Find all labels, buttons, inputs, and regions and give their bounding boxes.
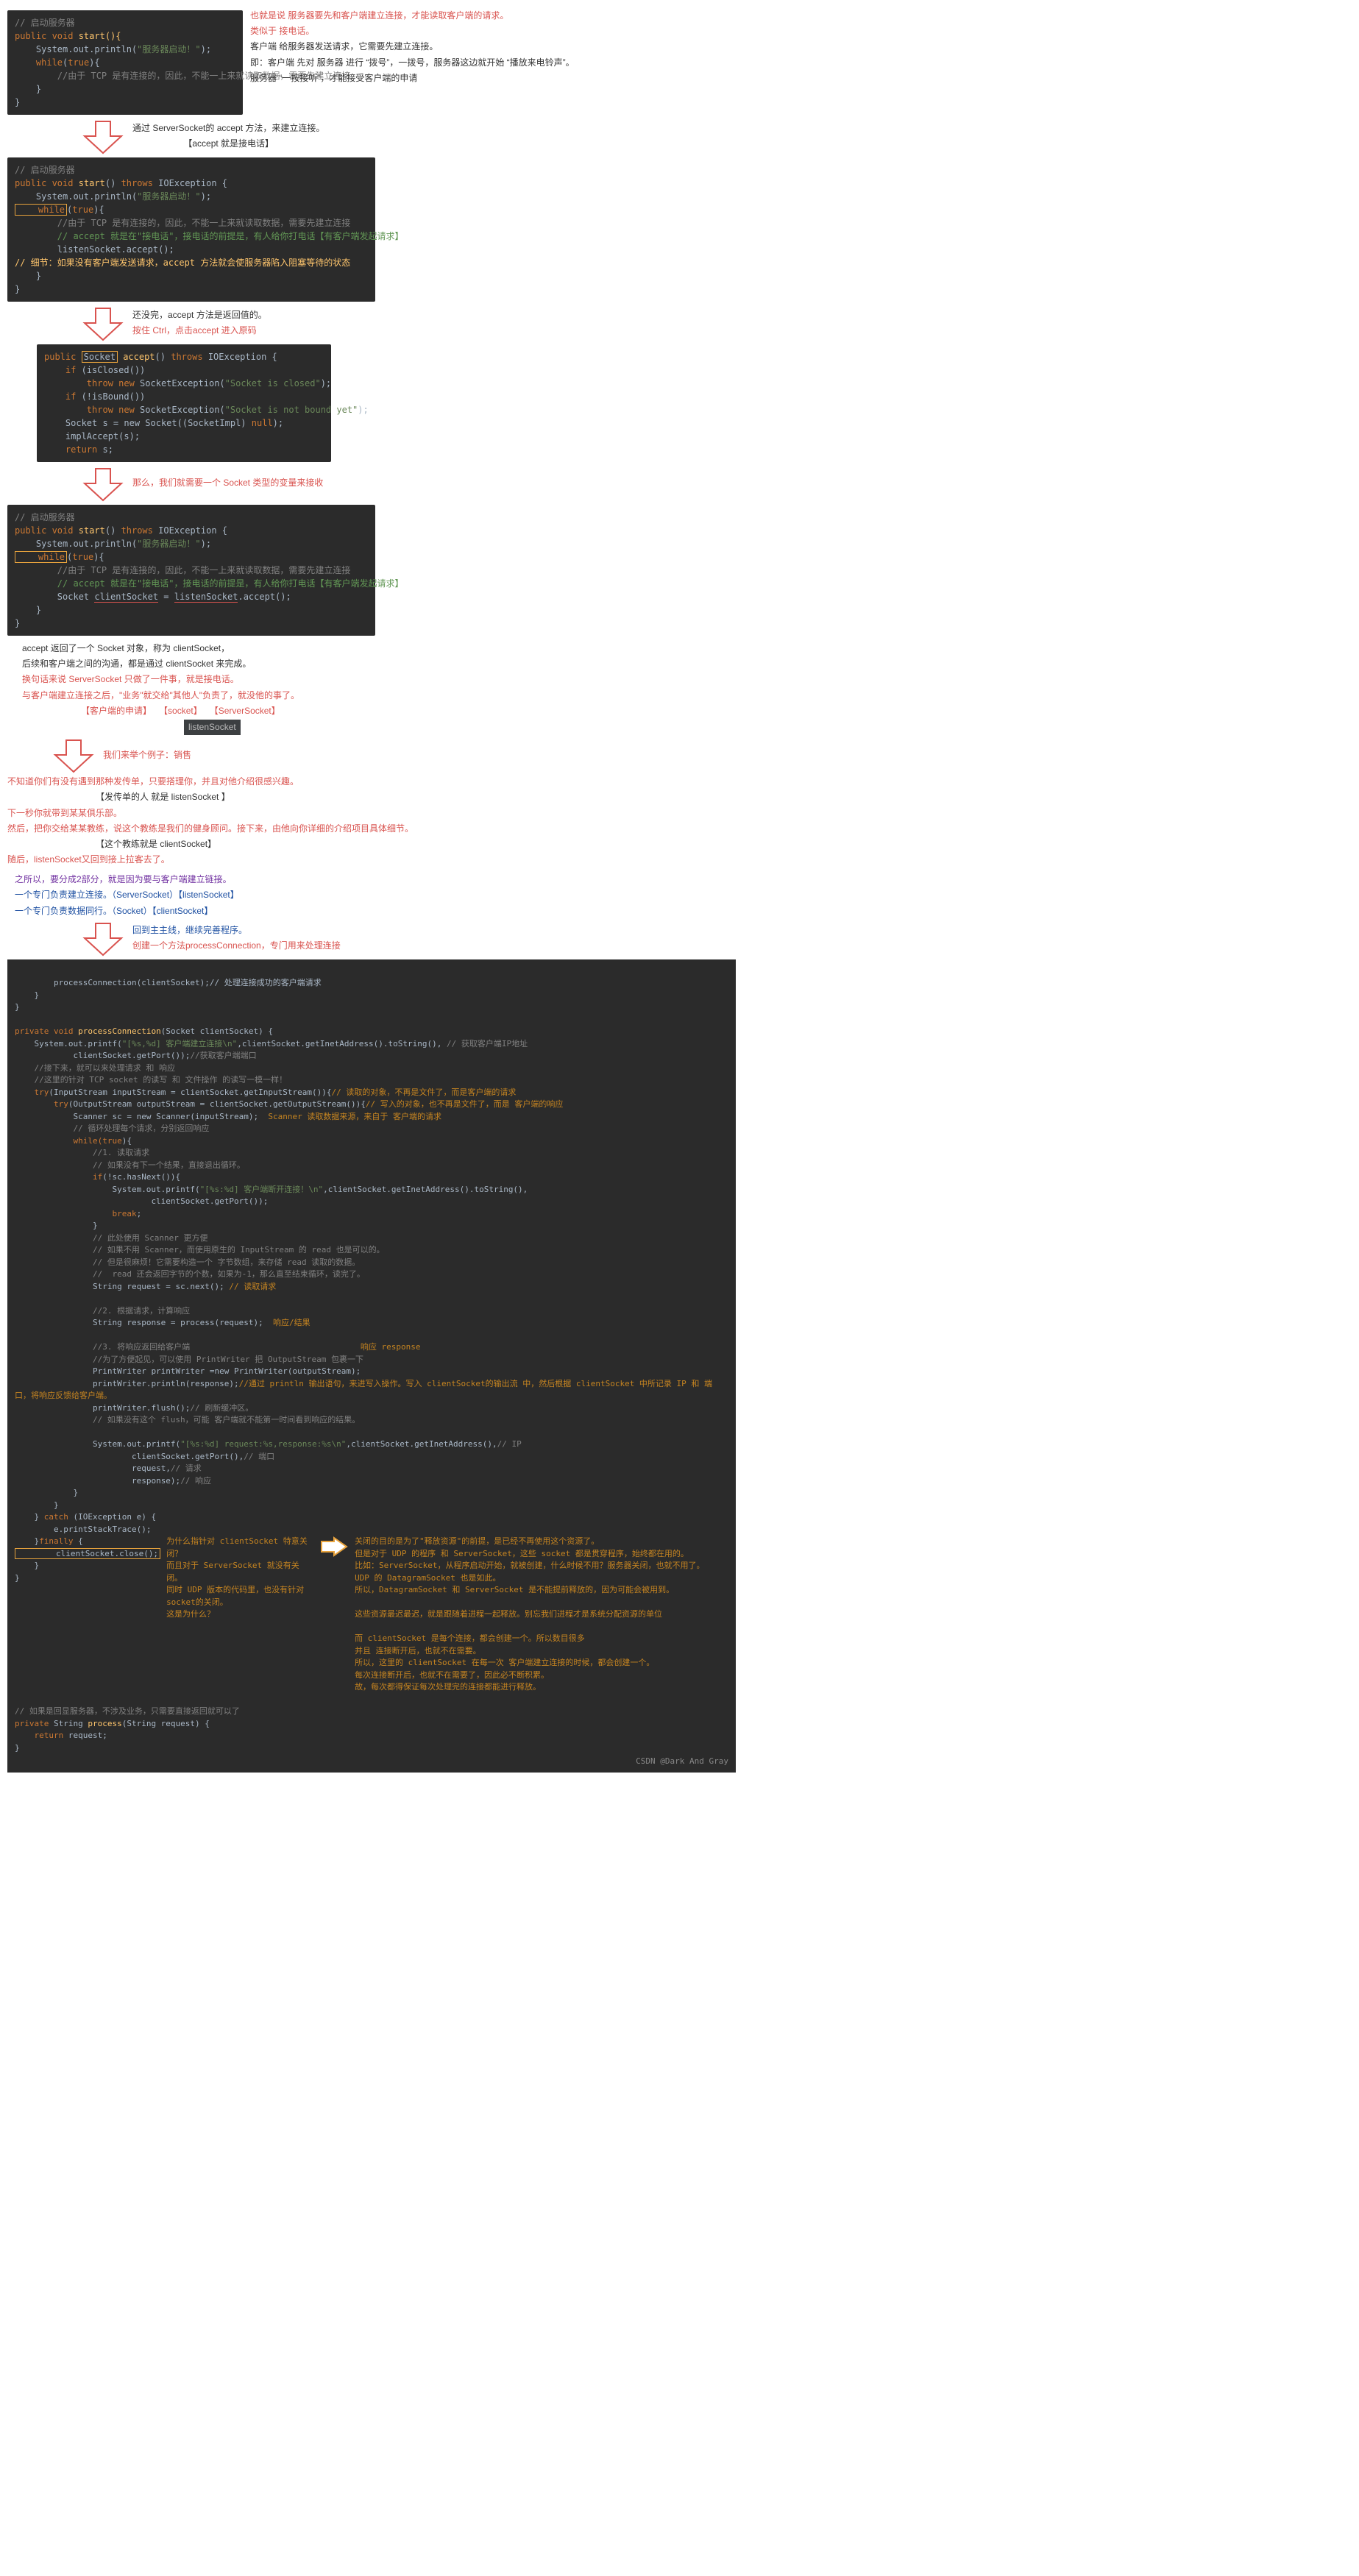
text-line: 随后，listenSocket又回到接上拉客去了。 (7, 853, 736, 867)
anno-left: 而且对于 ServerSocket 就没有关闭。 (166, 1560, 313, 1584)
arrow-label: 回到主主线，继续完善程序。 (132, 923, 341, 937)
tags-line: 【客户端的申请】 【socket】 【ServerSocket】 (22, 704, 736, 718)
arrow-down-icon (81, 305, 125, 341)
code-block-1: // 启动服务器 public void start(){ System.out… (7, 10, 243, 115)
section-6: 不知道你们有没有遇到那种发传单，只要搭理你，并且对他介绍很感兴趣。 【发传单的人… (7, 775, 736, 867)
text-line: 然后，把你交给某某教练，说这个教练是我们的健身顾问。接下来，由他向你详细的介绍项… (7, 822, 736, 836)
code-block-4: // 启动服务器 public void start() throws IOEx… (7, 505, 375, 636)
text-line: 后续和客户端之间的沟通，都是通过 clientSocket 来完成。 (22, 657, 736, 671)
arrow-label: 那么，我们就需要一个 Socket 类型的变量来接收 (132, 476, 323, 490)
note: 客户端 给服务器发送请求，它需要先建立连接。 (250, 40, 736, 54)
arrow-label: 创建一个方法processConnection，专门用来处理连接 (132, 939, 341, 953)
text-line: 【这个教练就是 clientSocket】 (96, 837, 736, 851)
arrow-section-4: 我们来举个例子：销售 (52, 737, 736, 773)
note: 类似于 接电话。 (250, 24, 736, 38)
anno-right: 故，每次都得保证每次处理完的连接都能进行释放。 (355, 1681, 728, 1694)
anno-right: 但是对于 UDP 的程序 和 ServerSocket，这些 socket 都是… (355, 1548, 728, 1561)
text-line: 【发传单的人 就是 listenSocket 】 (96, 790, 736, 804)
arrow-label: 通过 ServerSocket的 accept 方法，来建立连接。 (132, 121, 324, 135)
text-line: accept 返回了一个 Socket 对象，称为 clientSocket， (22, 642, 736, 656)
arrow-section-2: 还没完，accept 方法是返回值的。 按住 Ctrl，点击accept 进入原… (81, 305, 736, 341)
arrow-down-icon (81, 118, 125, 155)
note: 也就是说 服务器要先和客户端建立连接，才能读取客户端的请求。 (250, 9, 736, 23)
arrow-label: 【accept 就是接电话】 (132, 137, 324, 151)
arrow-down-icon (81, 920, 125, 957)
section-7: 之所以，要分成2部分，就是因为要与客户端建立链接。 一个专门负责建立连接。（Se… (15, 873, 736, 918)
arrow-label: 我们来举个例子：销售 (103, 748, 191, 762)
anno-right: 比如：ServerSocket，从程序启动开始，就被创建，什么时候不用？服务器关… (355, 1560, 728, 1572)
watermark: CSDN @Dark And Gray (636, 1756, 728, 1768)
code-block-big: processConnection(clientSocket);// 处理连接成… (7, 959, 736, 1773)
arrow-label: 还没完，accept 方法是返回值的。 (132, 308, 267, 322)
arrow-section-3: 那么，我们就需要一个 Socket 类型的变量来接收 (81, 465, 736, 502)
anno-right: UDP 的 DatagramSocket 也是如此。 (355, 1572, 728, 1585)
arrow-section-5: 回到主主线，继续完善程序。 创建一个方法processConnection，专门… (81, 920, 736, 957)
anno-left: 同时 UDP 版本的代码里，也没有针对 socket的关闭。 (166, 1584, 313, 1608)
text-line: 下一秒你就带到某某俱乐部。 (7, 806, 736, 820)
anno-right: 而 clientSocket 是每个连接，都会创建一个。所以数目很多 (355, 1633, 728, 1645)
arrow-label: 按住 Ctrl，点击accept 进入原码 (132, 324, 267, 338)
text-line: 不知道你们有没有遇到那种发传单，只要搭理你，并且对他介绍很感兴趣。 (7, 775, 736, 789)
arrow-section-1: 通过 ServerSocket的 accept 方法，来建立连接。 【accep… (81, 118, 736, 155)
anno-right: 并且 连接断开后，也就不在需要。 (355, 1645, 728, 1658)
text-line: 一个专门负责建立连接。（ServerSocket）【listenSocket】 (15, 888, 736, 902)
note: 即：客户端 先对 服务器 进行 “拨号”，一拨号，服务器这边就开始 “播放来电铃… (250, 56, 736, 70)
arrow-right-icon (319, 1536, 349, 1558)
anno-right: 关闭的目的是为了"释放资源"的前提，是已经不再使用这个资源了。 (355, 1536, 728, 1548)
section-5: accept 返回了一个 Socket 对象，称为 clientSocket， … (22, 642, 736, 735)
anno-left: 为什么指针对 clientSocket 特意关闭？ (166, 1536, 313, 1560)
anno-left: 这是为什么？ (166, 1608, 313, 1621)
text-line: 与客户端建立连接之后，"业务"就交给"其他人"负责了，就没他的事了。 (22, 689, 736, 703)
text-line: 之所以，要分成2部分，就是因为要与客户端建立链接。 (15, 873, 736, 887)
anno-right: 每次连接断开后，也就不在需要了，因此必不断积累。 (355, 1670, 728, 1682)
anno-right: 所以，这里的 clientSocket 在每一次 客户端建立连接的时候，都会创建… (355, 1657, 728, 1670)
code-block-2: // 启动服务器 public void start() throws IOEx… (7, 157, 375, 302)
code-block-3: public Socket accept() throws IOExceptio… (37, 344, 331, 462)
anno-right: 所以，DatagramSocket 和 ServerSocket 是不能提前释放… (355, 1584, 728, 1597)
text-line: 一个专门负责数据同行。（Socket）【clientSocket】 (15, 904, 736, 918)
arrow-down-icon (81, 465, 125, 502)
note: 服务器 “一按接听”，才能接受客户端的申请 (250, 71, 736, 85)
section-1: // 启动服务器 public void start(){ System.out… (7, 7, 736, 118)
text-line: 换句话来说 ServerSocket 只做了一件事，就是接电话。 (22, 673, 736, 686)
tag-listensocket: listenSocket (184, 720, 241, 735)
anno-right: 这些资源最迟最迟，就是跟随着进程一起释放。别忘我们进程才是系统分配资源的单位 (355, 1608, 728, 1621)
arrow-down-icon (52, 737, 96, 773)
